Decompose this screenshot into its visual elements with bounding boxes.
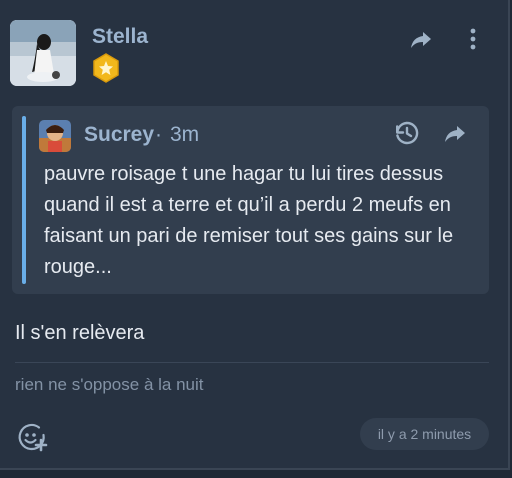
add-reaction-icon [18,423,48,452]
quote-bar [22,116,26,284]
share-icon [445,126,465,142]
avatar-image [39,120,71,152]
post-message: Il s'en relèvera [15,322,145,344]
quoted-text: pauvre roisage t une hagar tu lui tires … [44,163,454,278]
share-button[interactable] [406,24,436,54]
author-avatar[interactable] [10,20,76,86]
share-icon [411,32,431,48]
author-name[interactable]: Stella [92,25,148,49]
post-timestamp[interactable]: il y a 2 minutes [360,418,489,450]
star-badge-icon [90,52,122,84]
quoted-time: 3m [170,123,200,146]
history-button[interactable] [392,118,422,148]
author-signature: rien ne s'oppose à la nuit [15,375,204,394]
quoted-post: Sucrey · 3m pauvre roisage t une hagar t… [12,106,489,294]
meta-separator: · [155,123,162,146]
add-reaction-button[interactable] [16,421,48,453]
more-vertical-icon [470,28,476,50]
quote-share-button[interactable] [440,118,470,148]
quoted-author-avatar[interactable] [39,120,71,152]
quoted-author-name[interactable]: Sucrey [84,123,154,147]
signature-divider [15,362,489,363]
post-card: Stella Sucrey · 3m pauvre roisage t une … [0,0,510,470]
avatar-image [10,20,76,86]
history-icon [396,121,419,145]
more-options-button[interactable] [458,24,488,54]
